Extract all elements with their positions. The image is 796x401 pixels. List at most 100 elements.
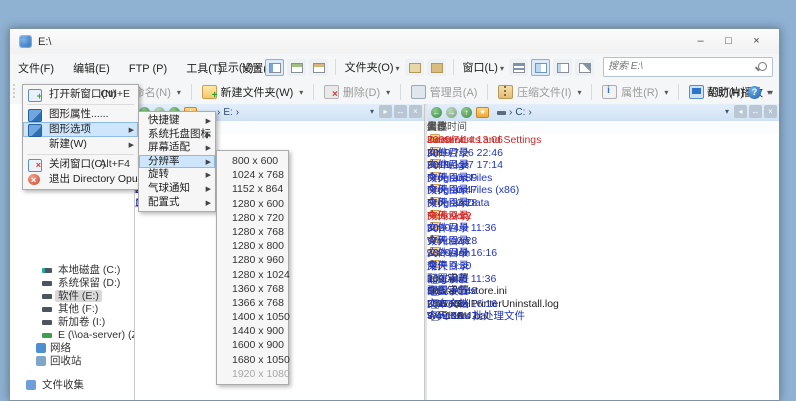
menu-item-tray-icon[interactable]: 系统托盘图标 ▶ bbox=[139, 128, 215, 142]
file-menu-popup: 打开新窗口(N)Ctrl+E 图形属性...... 图形选项▶ 新建(W)▶ 关… bbox=[22, 84, 157, 190]
file-row[interactable]: wsession 文件目录 2020/4/8 16:16 -------- bbox=[427, 247, 779, 260]
folder-tree-button[interactable] bbox=[404, 58, 424, 76]
tree-item-drive-f[interactable]: 其他 (F:) bbox=[10, 303, 134, 316]
new-folder-button[interactable]: 新建文件夹(W)▾ bbox=[196, 81, 310, 103]
tree-item-file-collections[interactable]: 文件收集 bbox=[10, 379, 134, 392]
file-row[interactable]: Program Files 文件目录 今天 10:39 r------- bbox=[427, 171, 779, 185]
file-row[interactable]: Win10AU.bat 3.49 KB Windows 批处理文件 今天 10:47-… bbox=[427, 310, 779, 323]
menu-item-resolution-option[interactable]: 1280 x 600 bbox=[217, 197, 288, 211]
menu-item-resolution-option[interactable]: 1280 x 800 bbox=[217, 239, 288, 253]
file-row[interactable]: 用户 文件目录 今天 9:30 r------- bbox=[427, 259, 779, 273]
display-menu-button[interactable]: 显示(V) ▾ bbox=[215, 57, 262, 77]
menu-item-resolution-option[interactable]: 800 x 600 bbox=[217, 154, 288, 168]
back-button[interactable]: ← bbox=[431, 107, 442, 118]
maximize-button[interactable]: □ bbox=[716, 32, 741, 51]
menu-item-resolution-option[interactable]: 1366 x 768 bbox=[217, 296, 288, 310]
forward-button[interactable]: → bbox=[446, 107, 457, 118]
menu-item-display-options[interactable]: 图形选项 ▶ bbox=[23, 122, 138, 137]
breadcrumb-drive[interactable]: C: bbox=[515, 107, 525, 118]
favorites-button[interactable]: ★ bbox=[476, 107, 489, 118]
tree-item-drive-e[interactable]: 软件 (E:) bbox=[10, 290, 134, 303]
window-menu-button[interactable]: 窗口(L) ▾ bbox=[461, 57, 506, 77]
up-button[interactable]: ↑ bbox=[461, 107, 472, 118]
properties-button[interactable]: 属性(R)▾ bbox=[596, 81, 674, 103]
tree-item-network[interactable]: 网络 bbox=[10, 342, 134, 355]
file-row[interactable]: UniversalPrinterUninstall.log 2.05 KB 文本文档… bbox=[427, 298, 779, 311]
archive-button[interactable]: 压缩文件(I) ▾ bbox=[492, 81, 587, 103]
file-row[interactable]: Program Files (x86) 文件目录 今天 10:47 r------- bbox=[427, 184, 779, 197]
menu-item-resolution-option[interactable]: 1440 x 900 bbox=[217, 324, 288, 338]
pane-swap-icon[interactable]: ↔ bbox=[394, 105, 407, 118]
tree-item-drive-i[interactable]: 新加卷 (I:) bbox=[10, 316, 134, 329]
tree-item-network-drive-z[interactable]: E (\\oa-server) (Z:) bbox=[10, 329, 134, 342]
chevron-down-icon: ▾ bbox=[577, 87, 582, 97]
menu-item-exit[interactable]: 退出 Directory Opus(X) bbox=[23, 172, 157, 188]
file-row[interactable]: Windows 文件目录 今天 12:28 -------- bbox=[427, 234, 779, 248]
close-button[interactable]: × bbox=[744, 32, 769, 51]
menu-item-resolution-option[interactable]: 1152 x 864 bbox=[217, 182, 288, 196]
path-dropdown-icon[interactable]: ▾ bbox=[722, 107, 732, 116]
menu-edit[interactable]: 编辑(E) bbox=[65, 54, 118, 76]
tree-item-drive-c[interactable]: 本地磁盘 (C:) bbox=[10, 264, 134, 277]
menu-item-resolution-option[interactable]: 1280 x 1024 bbox=[217, 268, 290, 282]
menu-item-balloon-notice[interactable]: 气球通知 ▶ bbox=[139, 182, 215, 196]
file-row[interactable]: ProgramData 文件目录 今天 12:28 --h---i bbox=[427, 196, 779, 210]
menu-item-resolution-option[interactable]: 1360 x 768 bbox=[217, 282, 288, 296]
file-row[interactable]: tmp 文件目录 2020/4/8 11:36 -------- bbox=[427, 222, 779, 235]
drive-icon bbox=[42, 268, 52, 273]
file-row[interactable]: PerfLogs 文件目录 2019/12/7 17:14 -------- bbox=[427, 159, 779, 172]
file-row[interactable]: Recovery 文件目录 今天 9:22 ---s--i bbox=[427, 209, 779, 223]
menu-item-resolution-option[interactable]: 1680 x 1050 bbox=[217, 353, 290, 367]
tree-item-drive-d[interactable]: 系统保留 (D:) bbox=[10, 277, 134, 290]
file-row[interactable]: Restartrestore.ini 108 字节 配置设置 今天 10:48 --h-… bbox=[427, 285, 779, 298]
pane-expand-icon[interactable]: ▸ bbox=[379, 105, 392, 118]
submenu-arrow-icon: ▶ bbox=[205, 199, 211, 207]
pane-swap-icon[interactable]: ↔ bbox=[749, 105, 762, 118]
menu-item-display-properties[interactable]: 图形属性...... bbox=[23, 107, 138, 122]
search-input[interactable] bbox=[604, 58, 752, 74]
single-pane-button[interactable] bbox=[509, 58, 528, 76]
file-row[interactable]: Documents and Settings Junction 2009/7/14 … bbox=[427, 134, 779, 147]
file-row[interactable]: Intel 文件目录 2019/7/26 22:46 -------- bbox=[427, 146, 779, 160]
help-button[interactable]: 帮助(H)? ▾ bbox=[707, 80, 771, 104]
view-details-button[interactable] bbox=[264, 58, 284, 76]
menu-item-open-new-window[interactable]: 打开新窗口(N)Ctrl+E bbox=[23, 87, 138, 104]
breadcrumb-drive[interactable]: E: bbox=[223, 107, 232, 118]
menu-item-resolution-option[interactable]: 1280 x 960 bbox=[217, 253, 288, 267]
menu-item-screen-fit[interactable]: 屏幕适配 ▶ bbox=[139, 141, 215, 155]
view-list-button[interactable] bbox=[286, 58, 306, 76]
dual-pane-button[interactable] bbox=[531, 58, 550, 76]
zip-icon bbox=[498, 85, 514, 99]
folder-view-button[interactable] bbox=[426, 58, 446, 76]
menu-file[interactable]: 文件(F) bbox=[10, 54, 62, 76]
pane-expand-icon[interactable]: ◂ bbox=[734, 105, 747, 118]
view-thumbnails-button[interactable] bbox=[308, 58, 328, 76]
menu-item-resolution-option[interactable]: 1600 x 900 bbox=[217, 338, 288, 352]
viewer-pane-button[interactable] bbox=[575, 58, 594, 76]
menu-item-close-window[interactable]: 关闭窗口(C)Alt+F4 bbox=[23, 157, 138, 173]
menu-item-new[interactable]: 新建(W) ▶ bbox=[23, 137, 138, 152]
breadcrumb[interactable]: › C: › bbox=[497, 107, 532, 118]
pane-close-icon[interactable]: × bbox=[409, 105, 422, 118]
menu-item-resolution-option[interactable]: 1400 x 1050 bbox=[217, 310, 290, 324]
tree-item-recycle-bin[interactable]: 回收站 bbox=[10, 355, 134, 368]
menu-item-hotkeys[interactable]: 快捷键 ▶ bbox=[139, 114, 215, 128]
menu-item-resolution-option[interactable]: 1280 x 768 bbox=[217, 225, 288, 239]
menu-item-rotation[interactable]: 旋转 ▶ bbox=[139, 168, 215, 182]
menu-item-resolution[interactable]: 分辨率 ▶ bbox=[139, 154, 215, 169]
path-dropdown-icon[interactable]: ▾ bbox=[367, 107, 377, 116]
menu-ftp[interactable]: FTP (P) bbox=[121, 57, 175, 75]
menu-item-resolution-option[interactable]: 1280 x 720 bbox=[217, 211, 288, 225]
admin-button[interactable]: 管理员(A) bbox=[405, 81, 484, 103]
toolbar-grip[interactable] bbox=[13, 84, 16, 100]
menu-item-profiles[interactable]: 配置式 ▶ bbox=[139, 196, 215, 210]
folders-menu-button[interactable]: 文件夹(O) ▾ bbox=[343, 57, 402, 77]
help-icon: ? bbox=[747, 85, 761, 99]
delete-button[interactable]: 删除(D)▾ bbox=[318, 81, 396, 103]
tree-pane-button[interactable] bbox=[553, 58, 572, 76]
minimize-button[interactable]: – bbox=[688, 32, 713, 51]
file-row[interactable]: lang.ini 100 字节 配置设置 2020/4/8 11:36 -a------ bbox=[427, 273, 779, 286]
column-header-attr[interactable]: 属性 bbox=[427, 121, 447, 134]
menu-item-resolution-option[interactable]: 1024 x 768 bbox=[217, 168, 288, 182]
pane-close-icon[interactable]: × bbox=[764, 105, 777, 118]
